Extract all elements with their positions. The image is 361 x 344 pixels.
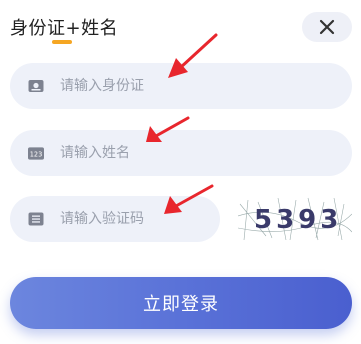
name-field[interactable]: 123 — [10, 130, 352, 176]
id-card-input[interactable] — [58, 77, 302, 95]
captcha-image[interactable]: 5393 — [238, 196, 352, 242]
number-badge-icon: 123 — [28, 145, 44, 161]
close-button[interactable] — [302, 12, 352, 42]
name-input[interactable] — [58, 144, 302, 162]
close-icon — [319, 19, 335, 35]
login-button[interactable]: 立即登录 — [10, 277, 352, 329]
captcha-text: 5393 — [254, 205, 342, 235]
page-title: 身份证+姓名 — [10, 18, 119, 39]
active-tab-indicator — [52, 40, 72, 44]
captcha-field[interactable] — [10, 196, 220, 242]
id-card-field[interactable] — [10, 63, 352, 109]
svg-text:123: 123 — [30, 150, 43, 158]
list-icon — [28, 211, 44, 227]
captcha-input[interactable] — [58, 210, 202, 228]
id-card-icon — [28, 78, 44, 94]
